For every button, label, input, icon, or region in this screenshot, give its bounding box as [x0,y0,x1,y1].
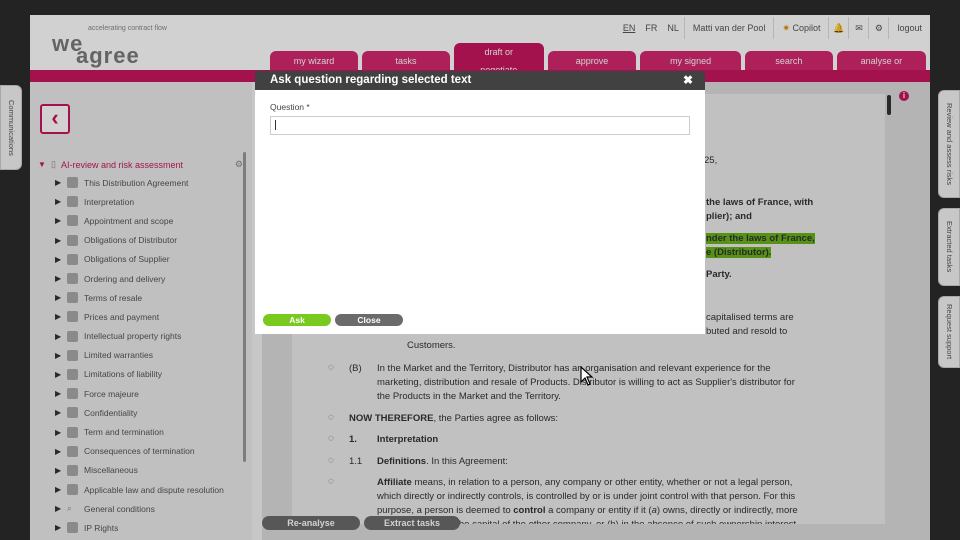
dialog-title: Ask question regarding selected text [270,74,472,86]
ask-button[interactable]: Ask [263,314,331,326]
text-caret [275,120,276,130]
question-label: Question * [270,102,310,112]
ask-question-dialog: Ask question regarding selected text ✖ Q… [255,71,705,334]
mouse-cursor-icon [580,366,594,386]
close-button[interactable]: Close [335,314,403,326]
question-input[interactable] [270,116,690,135]
close-icon[interactable]: ✖ [683,71,693,90]
dialog-header: Ask question regarding selected text ✖ [255,71,705,90]
